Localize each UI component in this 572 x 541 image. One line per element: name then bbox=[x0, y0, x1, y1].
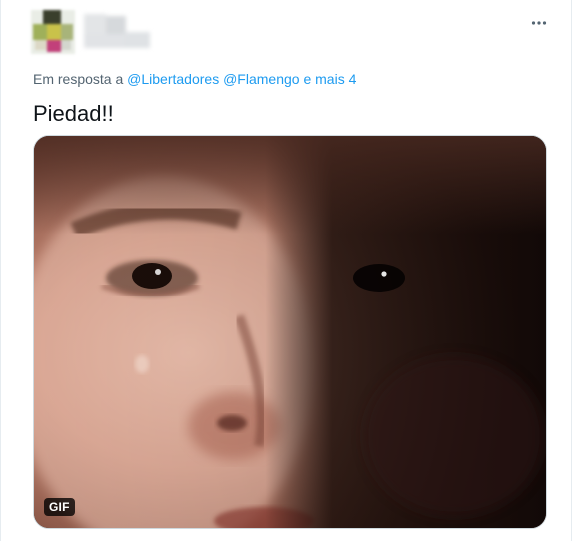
left-divider bbox=[0, 0, 1, 541]
avatar[interactable] bbox=[31, 10, 75, 54]
gif-image bbox=[34, 136, 546, 528]
more-horizontal-icon bbox=[531, 21, 547, 25]
tweet-text: Piedad!! bbox=[33, 101, 114, 126]
reply-prefix: Em resposta a bbox=[33, 71, 124, 87]
reply-context: Em resposta a @Libertadores @Flamengo e … bbox=[33, 70, 356, 88]
mention-libertadores[interactable]: @Libertadores bbox=[127, 71, 219, 87]
gif-badge: GIF bbox=[44, 498, 75, 516]
more-options-button[interactable] bbox=[526, 10, 552, 36]
mention-flamengo[interactable]: @Flamengo bbox=[223, 71, 299, 87]
user-name[interactable] bbox=[84, 14, 152, 50]
tweet-card: Em resposta a @Libertadores @Flamengo e … bbox=[0, 0, 572, 541]
media-gif[interactable]: GIF bbox=[33, 135, 547, 529]
mention-others[interactable]: e mais 4 bbox=[303, 71, 356, 87]
